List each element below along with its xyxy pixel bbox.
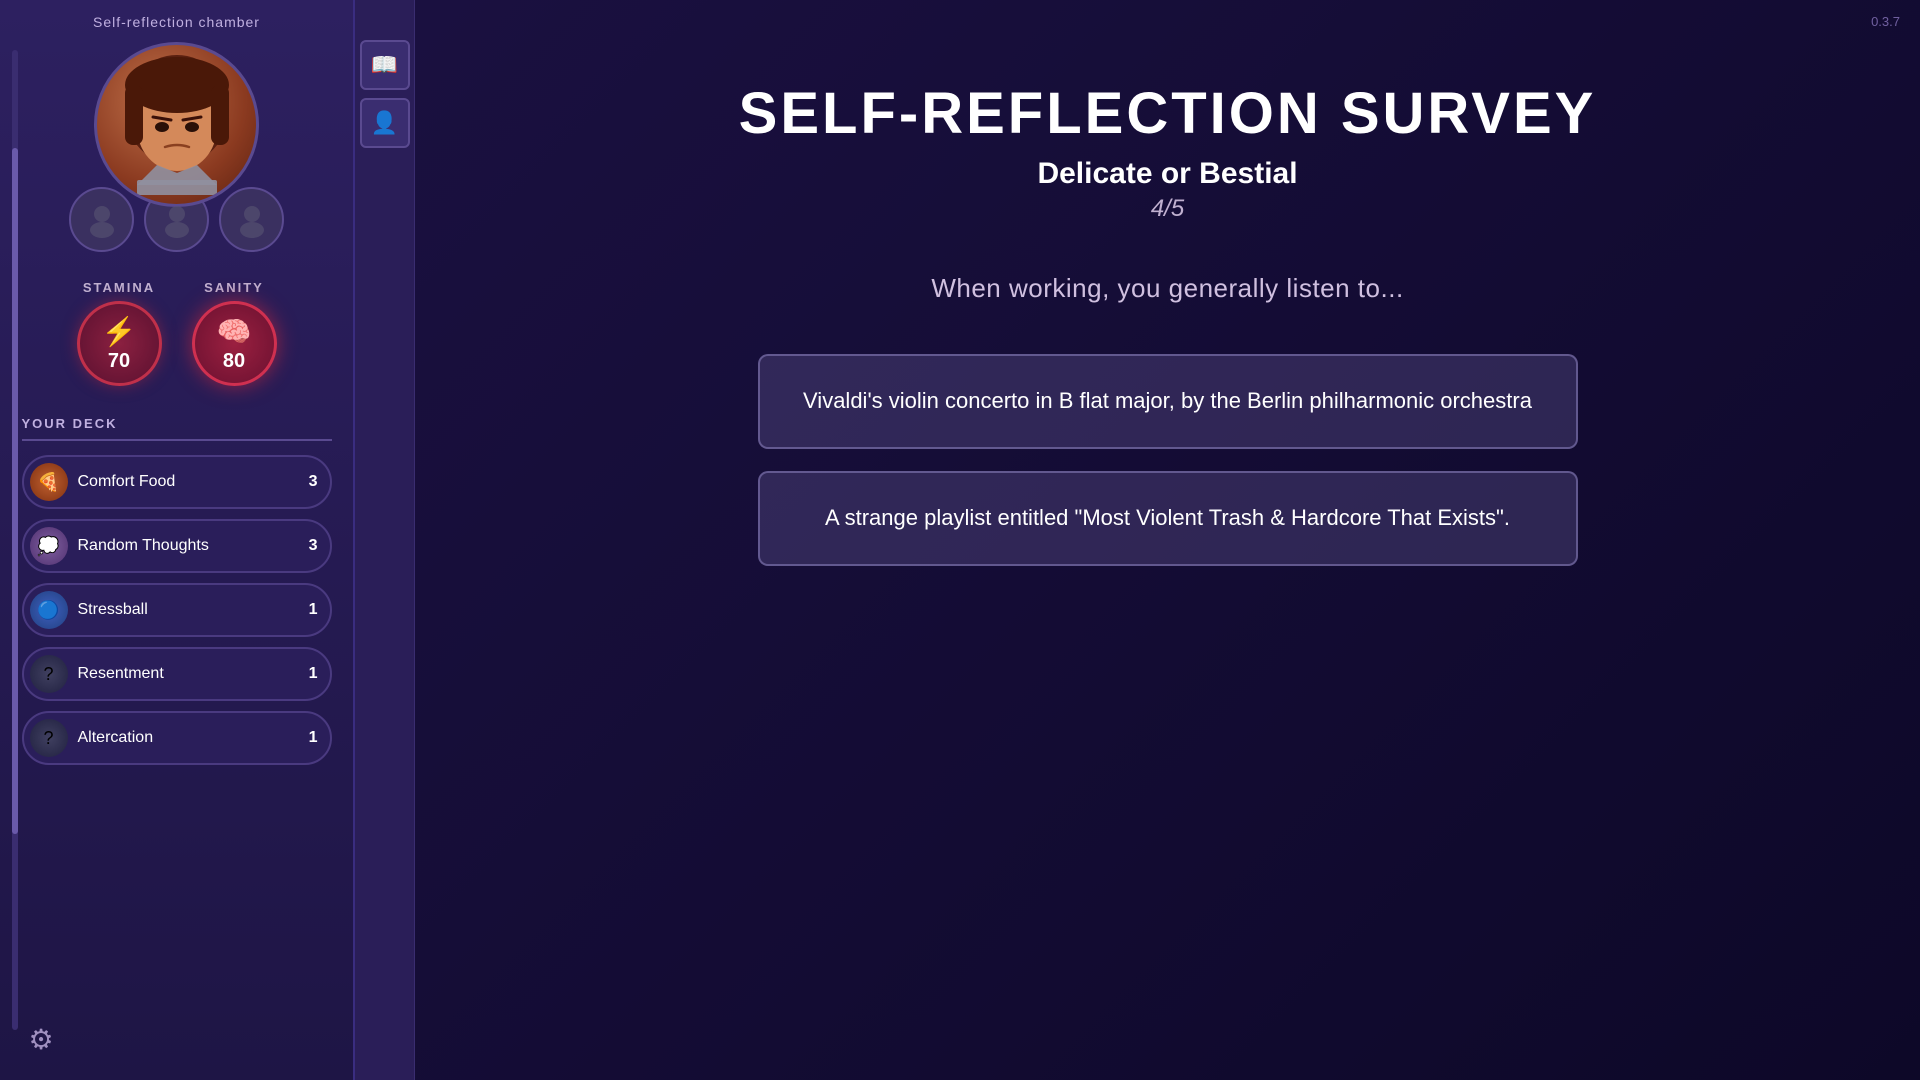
- sanity-circle: 🧠 80: [192, 301, 277, 386]
- answer-options: Vivaldi's violin concerto in B flat majo…: [758, 354, 1578, 588]
- stats-area: STAMINA ⚡ 70 SANITY 🧠 80: [77, 280, 277, 386]
- sub-avatar-3: [219, 187, 284, 252]
- sanity-value: 80: [223, 350, 245, 373]
- stamina-label: STAMINA: [83, 280, 155, 295]
- deck-item-1[interactable]: 💭 Random Thoughts 3: [22, 519, 332, 573]
- icon-sidebar: 📖 👤: [355, 0, 415, 1080]
- deck-item-icon-0: 🍕: [30, 463, 68, 501]
- book-button[interactable]: 📖: [360, 40, 410, 90]
- sanity-icon: 🧠: [217, 315, 252, 348]
- deck-item-name-2: Stressball: [78, 601, 298, 619]
- sanity-container: SANITY 🧠 80: [192, 280, 277, 386]
- answer-option-0[interactable]: Vivaldi's violin concerto in B flat majo…: [758, 354, 1578, 449]
- person-button[interactable]: 👤: [360, 98, 410, 148]
- book-icon: 📖: [371, 52, 398, 78]
- scroll-bar: [12, 50, 18, 1030]
- stamina-icon: ⚡: [102, 315, 137, 348]
- deck-divider: [22, 439, 332, 441]
- stamina-value: 70: [108, 350, 130, 373]
- sanity-label: SANITY: [204, 280, 264, 295]
- survey-title: SELF-REFLECTION SURVEY: [739, 80, 1597, 147]
- deck-title: YOUR DECK: [22, 416, 332, 431]
- avatar-area: [69, 42, 284, 252]
- deck-item-name-3: Resentment: [78, 665, 298, 683]
- sidebar-title: Self-reflection chamber: [93, 14, 260, 30]
- main-avatar: [94, 42, 259, 207]
- deck-item-4[interactable]: ? Altercation 1: [22, 711, 332, 765]
- survey-progress: 4/5: [1151, 195, 1184, 223]
- deck-list: 🍕 Comfort Food 3 💭 Random Thoughts 3 🔵 S…: [22, 455, 332, 765]
- deck-item-name-4: Altercation: [78, 729, 298, 747]
- survey-subtitle: Delicate or Bestial: [1037, 157, 1297, 191]
- deck-item-count-3: 1: [298, 665, 318, 683]
- answer-text-0: Vivaldi's violin concerto in B flat majo…: [800, 386, 1536, 417]
- answer-option-1[interactable]: A strange playlist entitled "Most Violen…: [758, 471, 1578, 566]
- main-content: 0.3.7 SELF-REFLECTION SURVEY Delicate or…: [415, 0, 1920, 1080]
- settings-button[interactable]: ⚙: [20, 1018, 62, 1060]
- answer-text-1: A strange playlist entitled "Most Violen…: [800, 503, 1536, 534]
- version-label: 0.3.7: [1871, 14, 1900, 29]
- deck-item-3[interactable]: ? Resentment 1: [22, 647, 332, 701]
- deck-item-count-0: 3: [298, 473, 318, 491]
- deck-item-icon-1: 💭: [30, 527, 68, 565]
- deck-item-2[interactable]: 🔵 Stressball 1: [22, 583, 332, 637]
- deck-section: YOUR DECK 🍕 Comfort Food 3 💭 Random Thou…: [22, 416, 332, 775]
- deck-item-icon-2: 🔵: [30, 591, 68, 629]
- survey-question: When working, you generally listen to...: [931, 273, 1403, 304]
- deck-item-icon-4: ?: [30, 719, 68, 757]
- scroll-thumb: [12, 148, 18, 834]
- stamina-container: STAMINA ⚡ 70: [77, 280, 162, 386]
- deck-item-name-1: Random Thoughts: [78, 537, 298, 555]
- deck-item-count-2: 1: [298, 601, 318, 619]
- deck-item-icon-3: ?: [30, 655, 68, 693]
- deck-item-0[interactable]: 🍕 Comfort Food 3: [22, 455, 332, 509]
- deck-item-count-4: 1: [298, 729, 318, 747]
- person-icon: 👤: [371, 110, 398, 136]
- sub-avatar-1: [69, 187, 134, 252]
- sidebar: Self-reflection chamber: [0, 0, 355, 1080]
- deck-item-count-1: 3: [298, 537, 318, 555]
- stamina-circle: ⚡ 70: [77, 301, 162, 386]
- deck-item-name-0: Comfort Food: [78, 473, 298, 491]
